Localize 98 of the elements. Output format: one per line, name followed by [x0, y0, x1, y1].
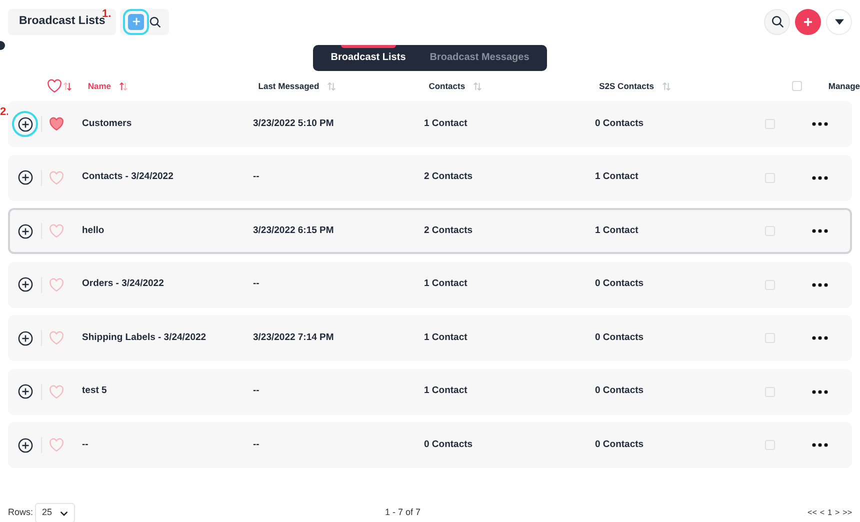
- plus-icon: [803, 16, 813, 27]
- more-button[interactable]: [812, 122, 828, 126]
- chevron-icon: [60, 510, 68, 516]
- tab[interactable]: Broadcast Messages: [424, 44, 536, 71]
- sort-icon: [63, 82, 72, 91]
- list-name: test 5: [82, 384, 108, 398]
- search-button[interactable]: [149, 16, 162, 28]
- last-messaged-cell-text: --: [253, 438, 260, 452]
- more-button[interactable]: [812, 443, 828, 447]
- s2s-contacts-cell-text: 0 Contacts: [595, 384, 645, 398]
- annotation-label: 2.: [0, 105, 10, 120]
- more-button[interactable]: [812, 336, 828, 340]
- more-icon: [812, 390, 828, 394]
- more-icon: [812, 336, 828, 340]
- sort-icon: [327, 82, 336, 91]
- contacts-cell-text: 1 Contact: [424, 330, 468, 345]
- list-row[interactable]: -- -- 0 Contacts 0 Contacts: [8, 422, 852, 468]
- plus-circle-icon: [18, 170, 32, 185]
- sort-icon: [473, 82, 482, 91]
- s2s-contacts-cell-text: 1 Contact: [595, 170, 640, 184]
- pagination-link[interactable]: 1: [828, 507, 832, 519]
- heart-icon: [47, 79, 62, 94]
- more-button[interactable]: [812, 229, 828, 233]
- list-row[interactable]: Orders - 3/24/2022 -- 1 Contact 0 Contacts: [8, 262, 852, 308]
- more-icon: [812, 229, 828, 233]
- more-icon: [812, 282, 828, 286]
- more-icon: [812, 176, 828, 180]
- sort-icon: [119, 82, 128, 91]
- pagination-link[interactable]: <: [820, 507, 825, 519]
- more-button[interactable]: [812, 390, 828, 394]
- search-button[interactable]: [764, 8, 790, 35]
- list-name: Shipping Labels - 3/24/2022: [82, 330, 208, 345]
- contacts-cell-text: 1 Contact: [424, 384, 468, 398]
- page-range: 1 - 7 of 7: [385, 506, 421, 520]
- heart-icon: [49, 117, 64, 131]
- heart-icon: [49, 224, 64, 238]
- plus-circle-icon: [18, 116, 32, 132]
- heart-icon: [49, 278, 64, 292]
- plus-circle-icon: [18, 277, 32, 292]
- sort-icon: [662, 82, 671, 91]
- pagination-link[interactable]: >: [834, 507, 840, 519]
- plus-circle-icon: [18, 384, 32, 399]
- more-icon: [812, 122, 828, 126]
- more-button[interactable]: [812, 176, 828, 180]
- favorite-button[interactable]: [49, 117, 64, 131]
- list-name: --: [82, 438, 90, 452]
- column-header[interactable]: Name: [88, 80, 112, 93]
- list-row[interactable]: Customers 3/23/2022 5:10 PM 1 Contact 0 Contacts: [8, 101, 852, 147]
- contacts-cell-text: 2 Contacts: [424, 170, 474, 184]
- heart-icon: [49, 384, 64, 398]
- column-header[interactable]: S2S Contacts: [599, 80, 654, 93]
- tab[interactable]: Broadcast Lists: [324, 44, 412, 71]
- list-name: Contacts - 3/24/2022: [82, 170, 174, 184]
- column-header[interactable]: Last Messaged: [258, 80, 320, 93]
- last-messaged-cell-text: --: [253, 170, 260, 184]
- s2s-contacts-cell-text: 0 Contacts: [595, 277, 645, 292]
- contacts-cell-text: 1 Contact: [424, 116, 468, 131]
- plus-icon: [132, 17, 141, 26]
- expand-button[interactable]: [15, 114, 35, 134]
- plus-circle-icon: [18, 224, 32, 238]
- pagination-link[interactable]: <<: [808, 507, 817, 519]
- last-messaged-cell-text: 3/23/2022 6:15 PM: [253, 224, 335, 238]
- rows-select[interactable]: 25: [35, 503, 76, 522]
- last-messaged-cell-text: --: [253, 384, 260, 398]
- list-name: hello: [82, 224, 106, 238]
- list-row[interactable]: test 5 -- 1 Contact 0 Contacts: [8, 368, 852, 414]
- contacts-cell-text: 1 Contact: [424, 277, 468, 292]
- add-button[interactable]: [795, 8, 821, 35]
- s2s-contacts-cell-text: 1 Contact: [595, 224, 640, 238]
- more-button[interactable]: [812, 282, 828, 286]
- select-all-checkbox[interactable]: [792, 81, 802, 92]
- pagination-link[interactable]: >>: [842, 507, 852, 519]
- dropdown-button[interactable]: [826, 8, 852, 35]
- search-icon: [770, 15, 784, 28]
- s2s-contacts-cell-text: 0 Contacts: [595, 330, 645, 345]
- column-header[interactable]: Contacts: [428, 80, 466, 93]
- rows-label: Rows:: [8, 506, 34, 520]
- list-row[interactable]: Contacts - 3/24/2022 -- 2 Contacts 1 Contact: [8, 154, 852, 200]
- column-header: Manage: [828, 80, 860, 93]
- contacts-cell-text: 2 Contacts: [424, 224, 474, 238]
- list-row[interactable]: Shipping Labels - 3/24/2022 3/23/2022 7:14 PM 1 Contact 0 Contacts: [8, 315, 852, 361]
- heart-icon: [49, 170, 64, 184]
- more-icon: [812, 443, 828, 447]
- last-messaged-cell-text: --: [253, 277, 260, 292]
- heart-icon: [49, 438, 64, 452]
- contacts-cell-text: 0 Contacts: [424, 438, 474, 452]
- list-name: Customers: [82, 116, 133, 131]
- s2s-contacts-cell-text: 0 Contacts: [595, 438, 645, 452]
- last-messaged-cell-text: 3/23/2022 5:10 PM: [253, 116, 335, 131]
- list-name: Orders - 3/24/2022: [82, 277, 165, 292]
- plus-circle-icon: [18, 330, 32, 346]
- last-messaged-cell-text: 3/23/2022 7:14 PM: [253, 330, 335, 345]
- list-row[interactable]: hello 3/23/2022 6:15 PM 2 Contacts 1 Contact: [8, 208, 852, 254]
- search-icon: [149, 16, 162, 28]
- plus-circle-icon: [18, 438, 32, 452]
- heart-icon: [49, 331, 64, 345]
- caret-icon: [834, 18, 844, 25]
- s2s-contacts-cell-text: 0 Contacts: [595, 116, 645, 131]
